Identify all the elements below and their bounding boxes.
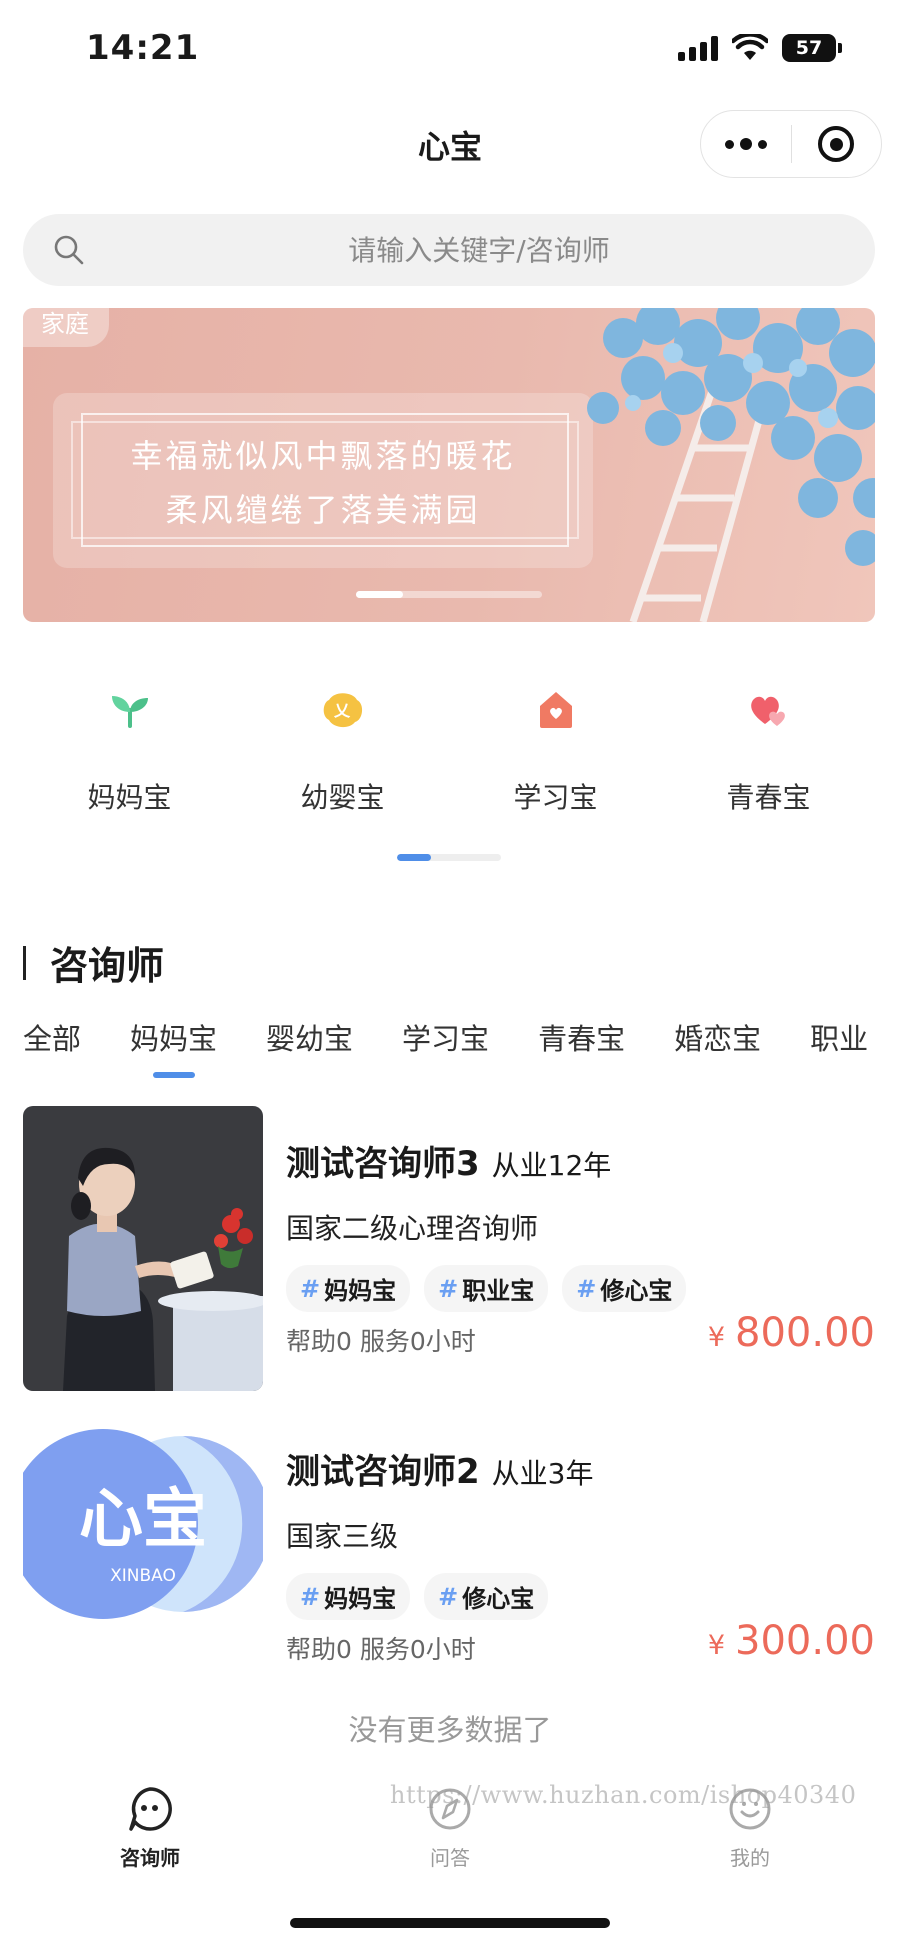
home-indicator[interactable]: [290, 1918, 610, 1928]
counselor-tag: # 职业宝: [424, 1265, 549, 1312]
category-grid: 妈妈宝 乂 幼婴宝 学习宝 青春宝: [23, 680, 875, 830]
banner-carousel-indicator: [356, 591, 542, 598]
counselor-info: 测试咨询师3 从业12年 国家二级心理咨询师 # 妈妈宝 # 职业宝 # 修心宝: [286, 1136, 875, 1312]
counselor-name: 测试咨询师3: [286, 1144, 480, 1184]
price-value: 300.00: [735, 1618, 875, 1664]
counselor-tags: # 妈妈宝 # 职业宝 # 修心宝: [286, 1265, 875, 1312]
house-heart-icon: [526, 680, 586, 740]
no-more-data-text: 没有更多数据了: [348, 1713, 552, 1747]
tab-label: 咨询师: [120, 1846, 180, 1870]
counselor-info: 测试咨询师2 从业3年 国家三级 # 妈妈宝 # 修心宝: [286, 1444, 875, 1620]
category-item-xuexi[interactable]: 学习宝: [449, 680, 662, 830]
counselor-experience: 从业12年: [491, 1149, 612, 1182]
counselor-photo-logo: 心宝 XINBAO: [23, 1414, 263, 1699]
more-dots-icon: [724, 139, 734, 149]
filter-tab-xuexi[interactable]: 学习宝: [402, 1016, 489, 1076]
svg-text:乂: 乂: [333, 701, 351, 720]
counselor-tag: # 修心宝: [562, 1265, 687, 1312]
logo-subtext: XINBAO: [110, 1566, 176, 1586]
counselor-card[interactable]: 测试咨询师3 从业12年 国家二级心理咨询师 # 妈妈宝 # 职业宝 # 修心宝 帮助…: [23, 1106, 875, 1391]
category-filter-tabs: 全部 妈妈宝 婴幼宝 学习宝 青春宝 婚恋宝 职业: [23, 1016, 900, 1076]
banner-line-2: 柔风缱绻了落美满园: [165, 491, 481, 529]
miniprogram-capsule: [700, 110, 882, 178]
promo-banner[interactable]: 家庭 幸福就似风中飘落的暖花 柔风缱绻了落美满园: [23, 308, 875, 622]
section-accent-bar: [23, 945, 26, 980]
counselor-tag: # 妈妈宝: [286, 1265, 411, 1312]
filter-tab-zhiye[interactable]: 职业: [810, 1016, 868, 1076]
counselor-name: 测试咨询师2: [286, 1452, 480, 1492]
status-time: 14:21: [86, 28, 200, 68]
baby-icon: 乂: [313, 680, 373, 740]
face-icon: [129, 1787, 172, 1831]
counselor-stats: 帮助0 服务0小时: [286, 1327, 476, 1356]
battery-level: 57: [782, 34, 836, 62]
currency-symbol: ¥: [707, 1630, 726, 1661]
counselor-stats: 帮助0 服务0小时: [286, 1635, 476, 1664]
currency-symbol: ¥: [707, 1322, 726, 1353]
wifi-icon: [732, 34, 768, 60]
hearts-icon: [739, 680, 799, 740]
watermark: https://www.huzhan.com/ishop40340: [390, 1781, 857, 1809]
category-item-mama[interactable]: 妈妈宝: [23, 680, 236, 830]
search-icon: [54, 235, 84, 265]
tab-counselors[interactable]: 咨询师: [0, 1776, 300, 1886]
category-label: 妈妈宝: [87, 781, 172, 814]
banner-indicator-active: [356, 591, 403, 598]
counselor-price: ¥ 800.00: [708, 1310, 875, 1356]
sprout-icon: [100, 680, 160, 740]
counselor-qualification: 国家二级心理咨询师: [286, 1212, 539, 1245]
counselor-photo: [23, 1106, 263, 1391]
logo-text: 心宝: [79, 1483, 207, 1557]
filter-tab-qingchun[interactable]: 青春宝: [538, 1016, 625, 1076]
target-icon: [818, 126, 855, 162]
filter-tab-mama[interactable]: 妈妈宝: [130, 1016, 217, 1076]
counselor-tag: # 修心宝: [424, 1573, 549, 1620]
filter-tab-hunlian[interactable]: 婚恋宝: [674, 1016, 761, 1076]
section-title: 咨询师: [50, 944, 165, 988]
banner-tag: 家庭: [23, 308, 109, 347]
category-indicator-active: [397, 854, 432, 861]
category-item-youying[interactable]: 乂 幼婴宝: [236, 680, 449, 830]
status-indicators: 57: [678, 34, 842, 62]
banner-text-card: 幸福就似风中飘落的暖花 柔风缱绻了落美满园: [53, 393, 593, 568]
category-scroll-indicator: [397, 854, 501, 861]
counselor-tags: # 妈妈宝 # 修心宝: [286, 1573, 875, 1620]
counselor-experience: 从业3年: [491, 1457, 594, 1490]
counselor-card[interactable]: 心宝 XINBAO 测试咨询师2 从业3年 国家三级 # 妈妈宝 # 修心宝 帮助0…: [23, 1414, 875, 1699]
tab-label: 我的: [730, 1846, 770, 1870]
tab-label: 问答: [430, 1846, 470, 1870]
banner-line-1: 幸福就似风中飘落的暖花: [130, 437, 516, 475]
filter-tab-yingyou[interactable]: 婴幼宝: [266, 1016, 353, 1076]
category-item-qingchun[interactable]: 青春宝: [662, 680, 875, 830]
category-label: 幼婴宝: [300, 781, 385, 814]
counselor-price: ¥ 300.00: [708, 1618, 875, 1664]
counselor-tag: # 妈妈宝: [286, 1573, 411, 1620]
section-header: 咨询师: [23, 935, 164, 990]
status-bar: 14:21 57: [0, 0, 900, 100]
counselor-qualification: 国家三级: [286, 1520, 399, 1553]
category-label: 青春宝: [726, 781, 811, 814]
battery-icon: 57: [782, 34, 842, 62]
search-input[interactable]: [103, 214, 855, 286]
filter-tab-all[interactable]: 全部: [23, 1016, 81, 1076]
cellular-signal-icon: [678, 35, 718, 61]
close-miniprogram-button[interactable]: [792, 111, 882, 177]
category-label: 学习宝: [513, 781, 598, 814]
search-bar[interactable]: [23, 214, 875, 286]
price-value: 800.00: [735, 1310, 875, 1356]
balloons-ladder-image: [587, 308, 875, 622]
more-menu-button[interactable]: [701, 111, 791, 177]
